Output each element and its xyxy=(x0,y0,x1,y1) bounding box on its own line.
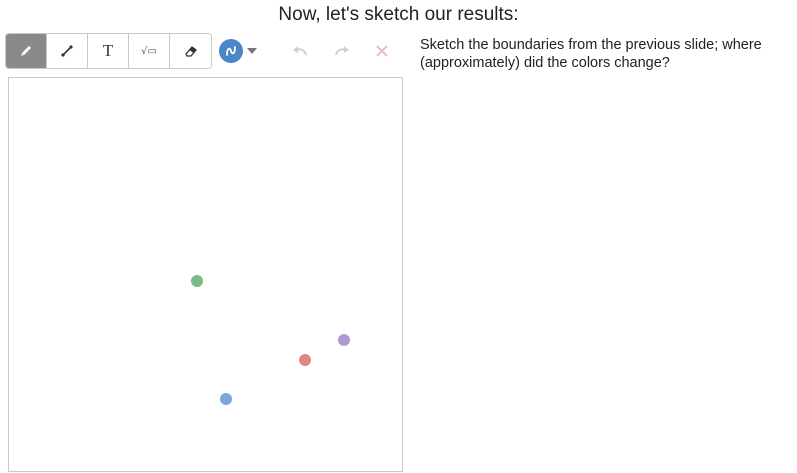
tool-group: T √▭ xyxy=(5,33,212,69)
pencil-icon xyxy=(21,46,31,56)
redo-button[interactable] xyxy=(327,34,357,68)
green-point xyxy=(191,275,203,287)
undo-button[interactable] xyxy=(285,34,315,68)
text-tool-button[interactable]: T xyxy=(88,34,129,68)
blue-point xyxy=(220,393,232,405)
sketch-toolbar: T √▭ xyxy=(5,33,397,69)
current-color-swatch xyxy=(219,39,243,63)
freehand-curve-icon xyxy=(226,46,236,56)
pencil-tool-button[interactable] xyxy=(6,34,47,68)
color-picker-button[interactable] xyxy=(219,39,258,63)
sqrt-icon: √▭ xyxy=(141,45,157,57)
line-tool-button[interactable] xyxy=(47,34,88,68)
close-icon xyxy=(376,45,388,57)
chevron-down-icon xyxy=(247,48,257,54)
text-icon: T xyxy=(102,41,114,60)
page-title: Now, let's sketch our results: xyxy=(278,4,519,25)
redo-icon xyxy=(335,46,349,56)
sketch-canvas[interactable] xyxy=(8,77,403,472)
eraser-tool-button[interactable] xyxy=(170,34,211,68)
undo-icon xyxy=(293,46,307,56)
red-point xyxy=(299,354,311,366)
clear-button[interactable] xyxy=(367,34,397,68)
instructions-text: Sketch the boundaries from the previous … xyxy=(420,37,762,71)
line-icon xyxy=(61,45,73,57)
eraser-icon xyxy=(184,46,197,57)
math-tool-button[interactable]: √▭ xyxy=(129,34,170,68)
purple-point xyxy=(338,334,350,346)
